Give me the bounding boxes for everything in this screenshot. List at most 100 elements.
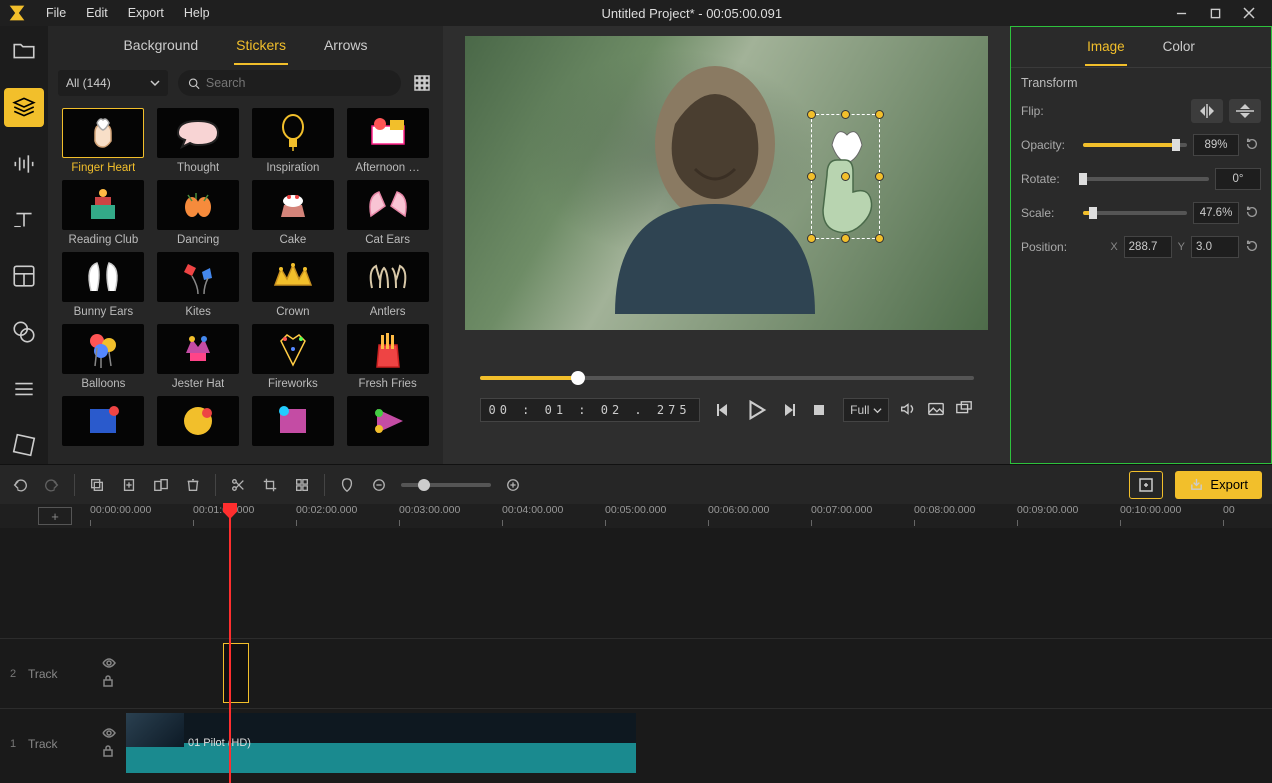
- tab-background[interactable]: Background: [121, 27, 200, 65]
- sticker-search-input[interactable]: [206, 76, 391, 90]
- rotate-value[interactable]: 0°: [1215, 168, 1261, 190]
- undo-button[interactable]: [10, 475, 30, 495]
- resize-handle[interactable]: [841, 110, 850, 119]
- audio-button[interactable]: [4, 145, 44, 183]
- zoom-out-button[interactable]: [369, 475, 389, 495]
- window-minimize-button[interactable]: [1164, 0, 1198, 26]
- sticker-item[interactable]: Thought: [155, 108, 242, 174]
- preview-scrubber[interactable]: [480, 376, 974, 380]
- preview-zoom-select[interactable]: Full: [843, 398, 889, 422]
- resize-handle[interactable]: [841, 234, 850, 243]
- sticker-item[interactable]: Jester Hat: [155, 324, 242, 390]
- zoom-in-button[interactable]: [503, 475, 523, 495]
- reset-opacity-button[interactable]: [1245, 137, 1261, 153]
- grid-view-toggle[interactable]: [411, 72, 433, 94]
- flip-horizontal-button[interactable]: [1191, 99, 1223, 123]
- detach-preview-button[interactable]: [955, 400, 973, 421]
- sticker-search-box[interactable]: [178, 70, 401, 96]
- reset-scale-button[interactable]: [1245, 205, 1261, 221]
- resize-handle[interactable]: [875, 110, 884, 119]
- tab-stickers[interactable]: Stickers: [234, 27, 288, 65]
- resize-handle[interactable]: [875, 234, 884, 243]
- position-y-input[interactable]: [1191, 236, 1239, 258]
- split-button[interactable]: [228, 475, 248, 495]
- track-visibility-toggle[interactable]: [102, 727, 116, 741]
- redo-button[interactable]: [42, 475, 62, 495]
- quick-export-button[interactable]: [1129, 471, 1163, 499]
- sticker-item[interactable]: Cat Ears: [344, 180, 431, 246]
- duplicate-button[interactable]: [151, 475, 171, 495]
- rotate-slider[interactable]: [1083, 177, 1209, 181]
- resize-handle[interactable]: [807, 110, 816, 119]
- scrub-handle[interactable]: [571, 371, 585, 385]
- add-track-button[interactable]: +: [38, 507, 72, 525]
- resize-handle[interactable]: [841, 172, 850, 181]
- menu-export[interactable]: Export: [118, 6, 174, 20]
- resize-handle[interactable]: [807, 234, 816, 243]
- export-button[interactable]: Export: [1175, 471, 1262, 499]
- opacity-slider[interactable]: [1083, 143, 1187, 147]
- delete-button[interactable]: [183, 475, 203, 495]
- snapshot-button[interactable]: [927, 400, 945, 421]
- scale-value[interactable]: 47.6%: [1193, 202, 1239, 224]
- position-x-input[interactable]: [1124, 236, 1172, 258]
- sticker-item[interactable]: Fresh Fries: [344, 324, 431, 390]
- filters-button[interactable]: [4, 313, 44, 351]
- stickers-button[interactable]: [4, 88, 44, 126]
- timeline-ruler[interactable]: + 00:00:00.00000:01:00.00000:02:00.00000…: [0, 504, 1272, 528]
- window-maximize-button[interactable]: [1198, 0, 1232, 26]
- sticker-item[interactable]: Inspiration: [250, 108, 337, 174]
- play-button[interactable]: [745, 399, 767, 421]
- sticker-item[interactable]: Kites: [155, 252, 242, 318]
- elements-button[interactable]: [4, 426, 44, 464]
- window-close-button[interactable]: [1232, 0, 1266, 26]
- sticker-clip[interactable]: [223, 643, 249, 703]
- stop-button[interactable]: [811, 399, 827, 421]
- zoom-slider[interactable]: [401, 483, 491, 487]
- tab-arrows[interactable]: Arrows: [322, 27, 370, 65]
- track-visibility-toggle[interactable]: [102, 657, 116, 671]
- flip-vertical-button[interactable]: [1229, 99, 1261, 123]
- sticker-item[interactable]: Cake: [250, 180, 337, 246]
- selected-sticker-overlay[interactable]: [811, 114, 880, 239]
- scale-slider[interactable]: [1083, 211, 1187, 215]
- transitions-button[interactable]: [4, 370, 44, 408]
- sticker-item[interactable]: Crown: [250, 252, 337, 318]
- track-lane[interactable]: 01 Pilot (HD): [126, 709, 1272, 778]
- opacity-value[interactable]: 89%: [1193, 134, 1239, 156]
- sticker-item[interactable]: [250, 396, 337, 446]
- volume-button[interactable]: [899, 400, 917, 421]
- tab-image[interactable]: Image: [1085, 29, 1127, 66]
- copy-button[interactable]: [87, 475, 107, 495]
- sticker-item[interactable]: [344, 396, 431, 446]
- sticker-item[interactable]: Dancing: [155, 180, 242, 246]
- sticker-item[interactable]: Finger Heart: [60, 108, 147, 174]
- sticker-item[interactable]: Afternoon …: [344, 108, 431, 174]
- sticker-item[interactable]: Balloons: [60, 324, 147, 390]
- sticker-item[interactable]: Fireworks: [250, 324, 337, 390]
- mosaic-button[interactable]: [292, 475, 312, 495]
- marker-button[interactable]: [337, 475, 357, 495]
- sticker-item[interactable]: [60, 396, 147, 446]
- crop-button[interactable]: [260, 475, 280, 495]
- media-library-button[interactable]: [4, 32, 44, 70]
- resize-handle[interactable]: [807, 172, 816, 181]
- sticker-category-select[interactable]: All (144): [58, 70, 168, 96]
- reset-position-button[interactable]: [1245, 239, 1261, 255]
- resize-handle[interactable]: [875, 172, 884, 181]
- menu-edit[interactable]: Edit: [76, 6, 118, 20]
- track-lock-toggle[interactable]: [102, 675, 116, 690]
- preview-canvas[interactable]: [465, 36, 988, 330]
- playhead[interactable]: [229, 504, 231, 783]
- templates-button[interactable]: [4, 257, 44, 295]
- paste-button[interactable]: [119, 475, 139, 495]
- menu-file[interactable]: File: [36, 6, 76, 20]
- sticker-item[interactable]: Bunny Ears: [60, 252, 147, 318]
- menu-help[interactable]: Help: [174, 6, 220, 20]
- sticker-item[interactable]: Reading Club: [60, 180, 147, 246]
- text-button[interactable]: [4, 201, 44, 239]
- track-lock-toggle[interactable]: [102, 745, 116, 760]
- video-clip[interactable]: 01 Pilot (HD): [126, 713, 636, 773]
- sticker-item[interactable]: Antlers: [344, 252, 431, 318]
- sticker-item[interactable]: [155, 396, 242, 446]
